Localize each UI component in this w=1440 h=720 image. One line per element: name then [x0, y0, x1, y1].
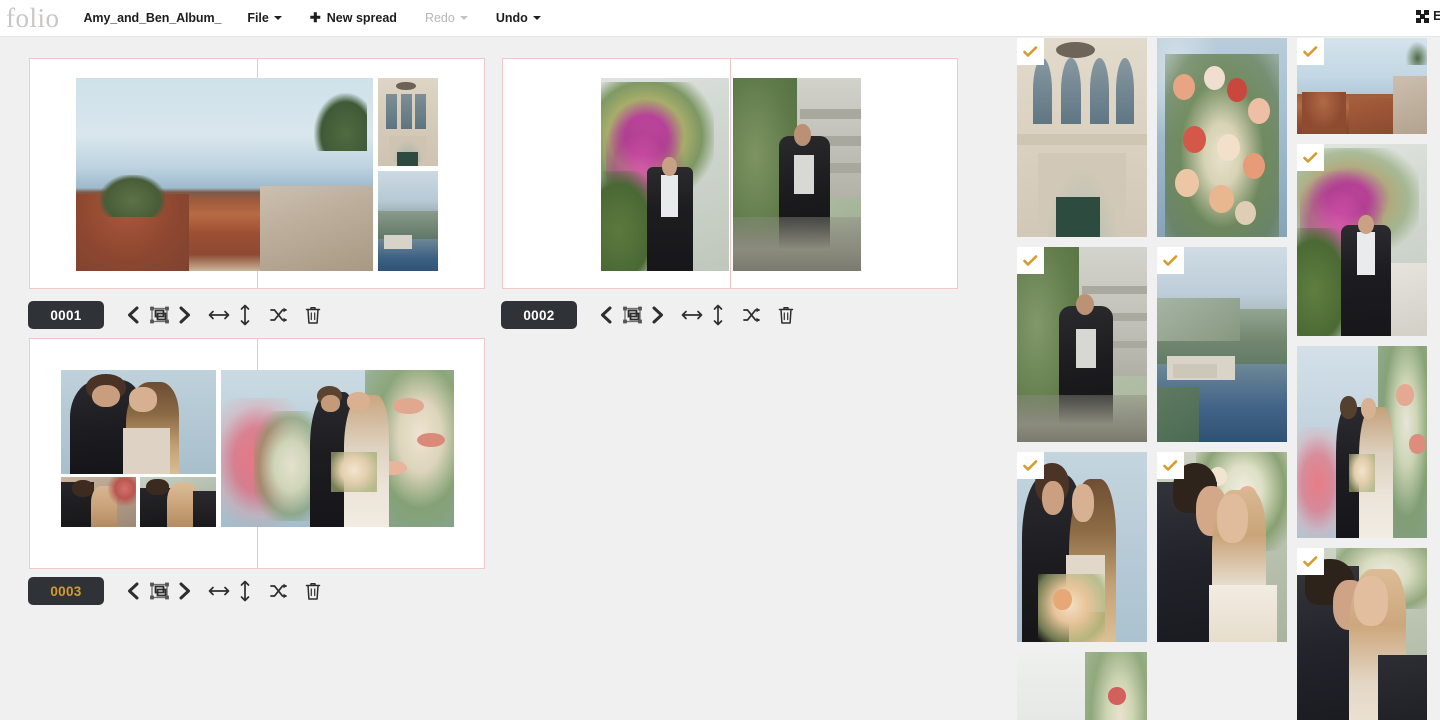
new-spread-label: New spread — [326, 11, 397, 25]
thumbnail-couple-garden-seaside[interactable] — [1297, 346, 1427, 538]
trash-icon[interactable] — [300, 578, 326, 604]
app-header: folio Amy_and_Ben_Album_ File ✚ New spre… — [0, 0, 1440, 37]
spread-photo-couple-floral-arch[interactable] — [221, 370, 454, 527]
export-button[interactable]: Exp — [1416, 9, 1440, 23]
export-grid-icon — [1416, 9, 1430, 23]
redo-button[interactable]: Redo — [419, 7, 474, 29]
photo-column-2 — [1157, 38, 1287, 652]
page-number-badge[interactable]: 0002 — [501, 301, 577, 329]
thumbnail-couple-kiss-closeup[interactable] — [1297, 548, 1427, 720]
thumbnail-check-badge[interactable] — [1297, 144, 1324, 171]
thumbnail-couple-kiss-florals[interactable] — [1157, 452, 1287, 642]
page-number-badge[interactable]: 0003 — [28, 577, 104, 605]
plus-icon: ✚ — [309, 10, 321, 25]
thumbnail-check-badge[interactable] — [1017, 247, 1044, 274]
shuffle-icon[interactable] — [266, 578, 292, 604]
spread-photo-couple-kiss-right[interactable] — [140, 477, 216, 527]
spread-photo-groom-stairs[interactable] — [733, 78, 861, 271]
resize-horizontal-icon[interactable] — [206, 302, 232, 328]
undo-label: Undo — [495, 11, 528, 25]
page-number-label: 0001 — [50, 307, 82, 323]
menu-file-label: File — [247, 11, 269, 25]
thumbnail-check-badge[interactable] — [1297, 38, 1324, 65]
spread-0002[interactable] — [502, 58, 958, 289]
redo-label: Redo — [424, 11, 455, 25]
trash-icon[interactable] — [773, 302, 799, 328]
spread-photo-couple-embrace[interactable] — [61, 370, 216, 474]
thumbnail-groom-bougainvillea-pink[interactable] — [1297, 144, 1427, 336]
spread-photo-church-facade[interactable] — [378, 78, 438, 166]
resize-vertical-icon[interactable] — [232, 302, 258, 328]
prev-layout-button[interactable] — [593, 302, 619, 328]
spread-0003-page[interactable] — [29, 338, 485, 569]
thumbnail-couple-embrace-bouquet[interactable] — [1017, 452, 1147, 642]
trash-icon[interactable] — [300, 302, 326, 328]
transform-layout-icon[interactable] — [146, 302, 172, 328]
resize-vertical-icon[interactable] — [705, 302, 731, 328]
spread-0001-page[interactable] — [29, 58, 485, 289]
transform-layout-icon[interactable] — [146, 578, 172, 604]
thumbnail-check-badge[interactable] — [1157, 247, 1184, 274]
menu-file[interactable]: File — [241, 7, 288, 29]
shuffle-icon[interactable] — [266, 302, 292, 328]
thumbnail-coastal-bay-mountains[interactable] — [1157, 247, 1287, 442]
next-layout-button[interactable] — [645, 302, 671, 328]
fold-line — [730, 59, 731, 288]
spread-toolbar-0003[interactable]: 0003 — [28, 577, 326, 605]
thumbnail-floral-arrangement-roses[interactable] — [1157, 38, 1287, 237]
thumbnail-couple-under-floral-arch[interactable] — [1017, 652, 1147, 720]
spread-toolbar-0002[interactable]: 0002 — [501, 301, 799, 329]
resize-horizontal-icon[interactable] — [206, 578, 232, 604]
spread-0003[interactable] — [29, 338, 485, 569]
page-number-label: 0002 — [523, 307, 555, 323]
thumbnail-check-badge[interactable] — [1017, 38, 1044, 65]
spread-tools — [120, 578, 326, 604]
photo-column-3 — [1297, 38, 1427, 720]
thumbnail-check-badge[interactable] — [1297, 548, 1324, 575]
spread-photo-coastal-bay[interactable] — [378, 171, 438, 271]
spreads-canvas[interactable]: 0001 0002 0003 — [0, 38, 1005, 720]
project-name-field[interactable]: Amy_and_Ben_Album_ — [78, 7, 228, 29]
project-name-label: Amy_and_Ben_Album_ — [83, 11, 222, 25]
spread-tools — [593, 302, 799, 328]
thumbnail-groom-seated-stairs[interactable] — [1017, 247, 1147, 442]
new-spread-button[interactable]: ✚ New spread — [304, 6, 403, 30]
spread-tools — [120, 302, 326, 328]
page-number-badge[interactable]: 0001 — [28, 301, 104, 329]
photo-column-1 — [1017, 38, 1147, 720]
export-label: Exp — [1433, 9, 1440, 23]
spread-toolbar-0001[interactable]: 0001 — [28, 301, 326, 329]
prev-layout-button[interactable] — [120, 578, 146, 604]
spread-photo-coastal-rooftops[interactable] — [76, 78, 373, 271]
resize-vertical-icon[interactable] — [232, 578, 258, 604]
prev-layout-button[interactable] — [120, 302, 146, 328]
thumbnail-check-badge[interactable] — [1157, 452, 1184, 479]
spread-photo-couple-kiss-left[interactable] — [61, 477, 136, 527]
undo-button[interactable]: Undo — [490, 7, 547, 29]
page-number-label: 0003 — [50, 583, 82, 599]
chevron-down-icon — [459, 16, 468, 20]
spread-0001[interactable] — [29, 58, 485, 289]
thumbnail-coastal-rooftops[interactable] — [1297, 38, 1427, 134]
spread-0002-page[interactable] — [502, 58, 958, 289]
transform-layout-icon[interactable] — [619, 302, 645, 328]
photo-library-panel[interactable] — [1005, 38, 1440, 720]
shuffle-icon[interactable] — [739, 302, 765, 328]
next-layout-button[interactable] — [172, 578, 198, 604]
resize-horizontal-icon[interactable] — [679, 302, 705, 328]
chevron-down-icon — [532, 16, 541, 20]
thumbnail-check-badge[interactable] — [1017, 452, 1044, 479]
chevron-down-icon — [273, 16, 282, 20]
brand-logo: folio — [6, 2, 60, 33]
thumbnail-church-facade-windows[interactable] — [1017, 38, 1147, 237]
spread-photo-groom-bougainvillea[interactable] — [601, 78, 729, 271]
next-layout-button[interactable] — [172, 302, 198, 328]
